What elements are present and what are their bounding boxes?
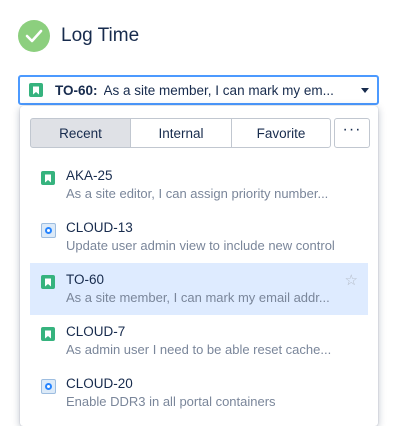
issue-key: AKA-25 <box>66 168 113 183</box>
issue-summary: As a site editor, I can assign priority … <box>66 186 329 201</box>
tab-internal[interactable]: Internal <box>130 118 232 148</box>
issue-summary: Update user admin view to include new co… <box>66 238 335 253</box>
list-item[interactable]: CLOUD-7 As admin user I need to be able … <box>30 315 368 367</box>
list-item-selected[interactable]: TO-60 As a site member, I can mark my em… <box>30 263 368 315</box>
tab-recent[interactable]: Recent <box>30 118 131 148</box>
story-icon <box>41 171 55 185</box>
issue-key: TO-60 <box>66 272 105 287</box>
issue-select[interactable]: TO-60: As a site member, I can mark my e… <box>18 75 379 105</box>
issue-key: CLOUD-13 <box>66 220 133 235</box>
issue-summary: As admin user I need to be able reset ca… <box>66 342 332 357</box>
filter-tabs: Recent Internal Favorite ··· <box>30 118 370 148</box>
story-icon <box>41 327 55 341</box>
header: Log Time <box>18 20 139 52</box>
issue-list: AKA-25 As a site editor, I can assign pr… <box>30 159 368 419</box>
story-icon <box>41 275 55 289</box>
page-title: Log Time <box>61 25 140 46</box>
check-circle-icon <box>18 20 50 52</box>
tab-favorite[interactable]: Favorite <box>231 118 331 148</box>
more-options-button[interactable]: ··· <box>334 118 370 148</box>
issue-dropdown: Recent Internal Favorite ··· AKA-25 As a… <box>20 106 378 426</box>
star-icon[interactable]: ☆ <box>345 273 358 288</box>
list-item[interactable]: CLOUD-13 Update user admin view to inclu… <box>30 211 368 263</box>
list-item[interactable]: CLOUD-20 Enable DDR3 in all portal conta… <box>30 367 368 419</box>
story-icon <box>29 83 43 97</box>
task-gear-icon <box>41 223 56 238</box>
issue-key: CLOUD-20 <box>66 376 133 391</box>
list-item[interactable]: AKA-25 As a site editor, I can assign pr… <box>30 159 368 211</box>
selected-issue-summary: As a site member, I can mark my em... <box>103 82 334 98</box>
chevron-down-icon[interactable] <box>361 87 369 93</box>
selected-issue-key: TO-60: <box>55 82 98 98</box>
issue-summary: Enable DDR3 in all portal containers <box>66 394 276 409</box>
issue-key: CLOUD-7 <box>66 324 126 339</box>
issue-summary: As a site member, I can mark my email ad… <box>66 290 330 305</box>
task-gear-icon <box>41 379 56 394</box>
